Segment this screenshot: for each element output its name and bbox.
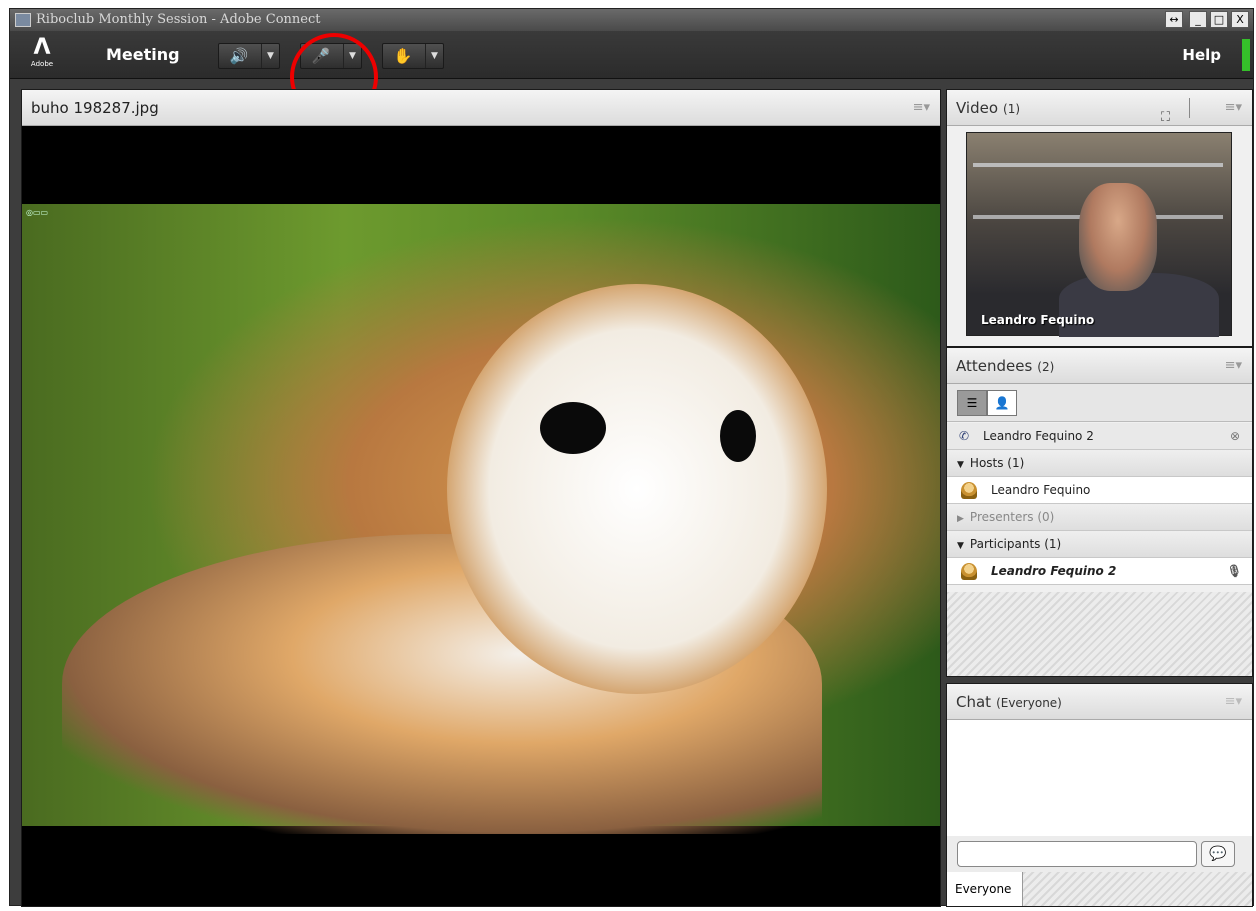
raise-hand-button[interactable]: ✋ ▼ <box>382 43 444 69</box>
participant-row[interactable]: Leandro Fequino 2 🎙 <box>947 558 1252 585</box>
participants-section-label: Participants (1) <box>969 537 1062 551</box>
webcam-name-label: Leandro Fequino <box>981 313 1095 327</box>
webcam-feed: Leandro Fequino <box>966 132 1232 337</box>
attendees-pod: Attendees (2) ≡▾ ☰ 👤 ✆ Leandro Fequino 2 … <box>946 347 1253 677</box>
help-menu[interactable]: Help <box>1182 46 1221 64</box>
phone-icon: ✆ <box>959 429 970 443</box>
restore-size-button[interactable]: ↔ <box>1165 11 1183 28</box>
chat-pod: Chat (Everyone) ≡▾ 💬 Everyone <box>946 683 1253 907</box>
maximize-button[interactable]: □ <box>1210 11 1228 28</box>
chat-pod-title: Chat <box>956 693 992 711</box>
adobe-logo-text: Adobe <box>30 60 54 68</box>
attendee-view-toggle: ☰ 👤 <box>947 384 1252 422</box>
window-title: Riboclub Monthly Session - Adobe Connect <box>36 12 321 27</box>
share-pod: buho 198287.jpg ≡▾ ◎▭▭ <box>21 89 941 907</box>
participant-name: Leandro Fequino 2 <box>991 564 1117 578</box>
chat-tab-bar: Everyone <box>947 872 1252 906</box>
speech-bubble-icon: 💬 <box>1209 846 1227 862</box>
minimize-button[interactable]: _ <box>1189 11 1207 28</box>
status-dropdown-icon[interactable]: ▼ <box>425 44 443 68</box>
adobe-logo-mark: Λ <box>33 35 51 60</box>
video-count: (1) <box>1003 102 1021 116</box>
participants-section-header[interactable]: ▼ Participants (1) <box>947 531 1252 558</box>
pod-options-icon[interactable]: ≡▾ <box>913 90 930 126</box>
share-pod-header: buho 198287.jpg ≡▾ <box>22 90 940 126</box>
pod-options-icon[interactable]: ≡▾ <box>1225 348 1242 384</box>
hosts-section-label: Hosts (1) <box>969 456 1025 470</box>
empty-list-area <box>947 592 1252 676</box>
participant-icon <box>961 563 977 580</box>
host-row[interactable]: Leandro Fequino <box>947 477 1252 504</box>
adobe-logo: Λ Adobe <box>28 36 56 72</box>
title-bar: Riboclub Monthly Session - Adobe Connect… <box>10 9 1253 31</box>
chat-pod-header: Chat (Everyone) ≡▾ <box>947 684 1252 720</box>
chat-scope: (Everyone) <box>996 696 1062 710</box>
status-view-icon[interactable]: 👤 <box>987 390 1017 416</box>
app-window: Riboclub Monthly Session - Adobe Connect… <box>9 8 1254 907</box>
speaker-dropdown-icon[interactable]: ▼ <box>261 44 279 68</box>
speaker-button[interactable]: 🔊 ▼ <box>218 43 280 69</box>
owl-face <box>447 284 827 694</box>
fullscreen-icon[interactable]: ⛶ <box>1161 100 1170 136</box>
host-icon <box>961 482 977 499</box>
send-message-button[interactable]: 💬 <box>1201 841 1235 867</box>
image-watermark-icon: ◎▭▭ <box>26 208 49 217</box>
collapse-arrow-icon: ▼ <box>957 541 964 551</box>
hosts-section-header[interactable]: ▼ Hosts (1) <box>947 450 1252 477</box>
collapse-arrow-icon: ▼ <box>957 460 964 470</box>
connection-indicator <box>1242 39 1250 71</box>
webcam-person-face <box>1079 183 1157 291</box>
chat-input-row: 💬 <box>947 836 1252 872</box>
speaker-icon: 🔊 <box>229 47 249 65</box>
share-pod-title: buho 198287.jpg <box>31 99 159 117</box>
menu-bar: Λ Adobe Meeting 🔊 ▼ 🎤 ▼ ✋ ▼ Help <box>10 31 1253 121</box>
microphone-active-icon: 🎙 <box>1226 564 1242 578</box>
video-pod-title: Video <box>956 99 999 117</box>
meeting-menu[interactable]: Meeting <box>106 45 180 64</box>
pod-options-icon[interactable]: ≡▾ <box>1225 90 1242 126</box>
shared-image: ◎▭▭ <box>22 204 940 834</box>
list-view-icon[interactable]: ☰ <box>957 390 987 416</box>
presenters-section-label: Presenters (0) <box>969 510 1055 524</box>
chat-messages <box>947 720 1252 836</box>
current-user-row: ✆ Leandro Fequino 2 ⊗ <box>947 423 1252 450</box>
attendees-count: (2) <box>1037 360 1055 374</box>
presenters-section-header[interactable]: ▶ Presenters (0) <box>947 504 1252 531</box>
expand-arrow-icon: ▶ <box>957 514 964 524</box>
clear-status-icon[interactable]: ⊗ <box>1230 423 1240 450</box>
raise-hand-icon: ✋ <box>393 47 413 65</box>
current-user-name: Leandro Fequino 2 <box>983 429 1094 443</box>
close-button[interactable]: X <box>1231 11 1249 28</box>
attendees-pod-header: Attendees (2) ≡▾ <box>947 348 1252 384</box>
pod-options-icon[interactable]: ≡▾ <box>1225 684 1242 720</box>
app-icon <box>15 13 31 27</box>
header-divider <box>1189 98 1190 118</box>
background-shelf <box>973 163 1223 167</box>
owl-right-eye <box>720 410 756 462</box>
host-name: Leandro Fequino <box>991 483 1091 497</box>
chat-input[interactable] <box>957 841 1197 867</box>
attendees-pod-title: Attendees <box>956 357 1033 375</box>
video-pod-header: Video (1) ⛶ ≡▾ <box>947 90 1252 126</box>
owl-left-eye <box>540 402 606 454</box>
video-pod: Video (1) ⛶ ≡▾ Leandro Fequino <box>946 89 1253 347</box>
tab-everyone[interactable]: Everyone <box>947 872 1023 906</box>
